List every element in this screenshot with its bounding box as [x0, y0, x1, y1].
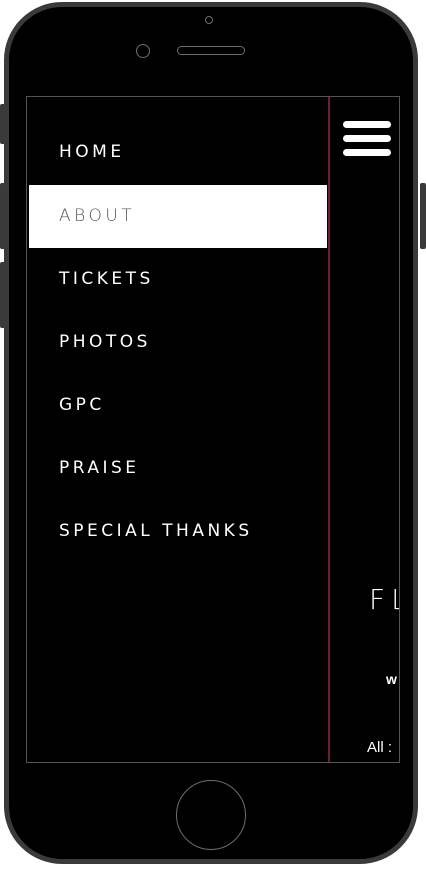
- earpiece-speaker: [177, 46, 245, 55]
- page-title-fragment: FL: [369, 583, 399, 616]
- front-camera: [136, 44, 150, 58]
- phone-screen: HOME ABOUT TICKETS PHOTOS GPC PRAISE SPE…: [26, 96, 400, 763]
- menu-item-home[interactable]: HOME: [29, 121, 327, 184]
- side-menu: HOME ABOUT TICKETS PHOTOS GPC PRAISE SPE…: [27, 97, 329, 762]
- menu-item-tickets[interactable]: TICKETS: [29, 248, 327, 311]
- menu-item-gpc[interactable]: GPC: [29, 374, 327, 437]
- subtitle-fragment: w: [386, 671, 397, 687]
- sensor-dot: [205, 16, 213, 24]
- hamburger-menu-icon[interactable]: [343, 121, 391, 157]
- power-button: [420, 183, 426, 249]
- home-button: [176, 780, 246, 850]
- menu-item-photos[interactable]: PHOTOS: [29, 311, 327, 374]
- menu-item-about[interactable]: ABOUT: [29, 185, 327, 248]
- body-text-fragment: All :: [367, 739, 393, 756]
- menu-item-special-thanks[interactable]: SPECIAL THANKS: [29, 500, 327, 563]
- menu-item-praise[interactable]: PRAISE: [29, 437, 327, 500]
- menu-divider: [328, 97, 330, 762]
